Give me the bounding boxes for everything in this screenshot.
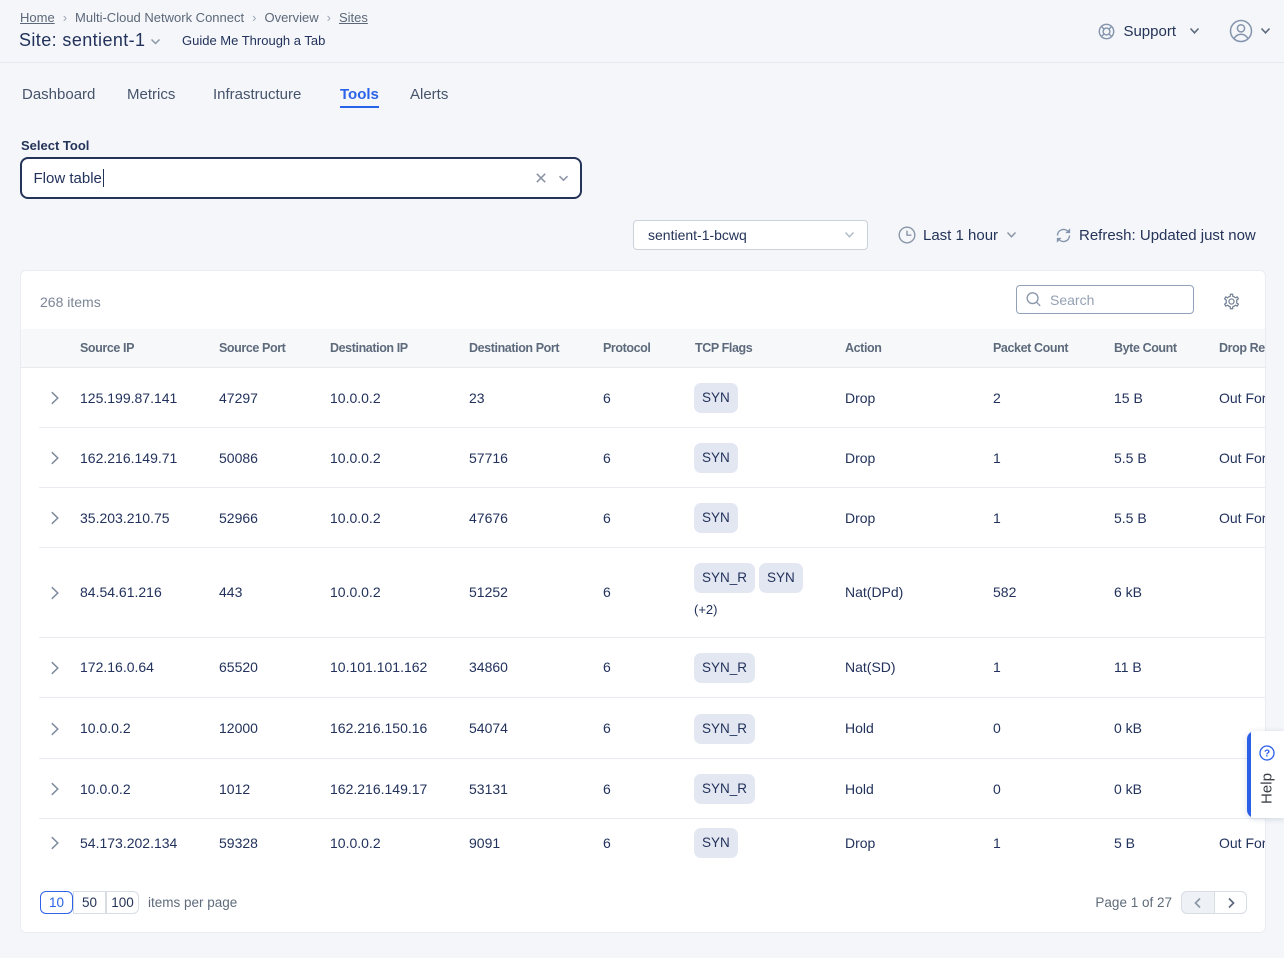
svg-text:?: ? <box>1264 749 1270 760</box>
